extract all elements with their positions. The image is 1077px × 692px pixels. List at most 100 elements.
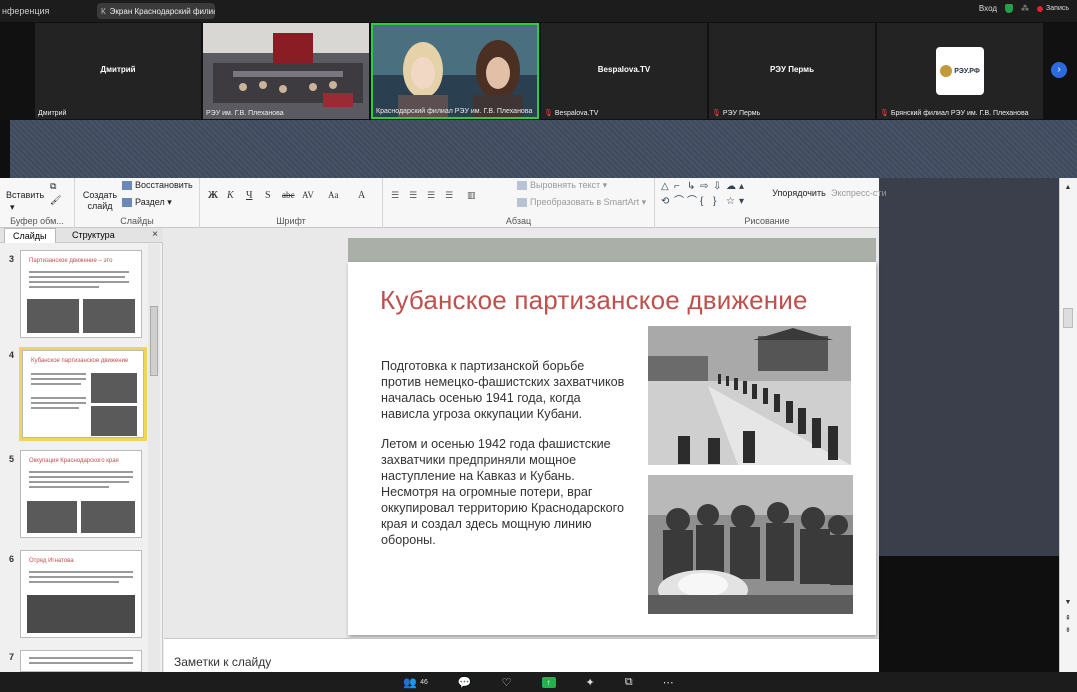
participant-tile[interactable]: РЭУ им. Г.В. Плеханова bbox=[203, 23, 369, 119]
ai-companion-button[interactable]: ✦ bbox=[586, 676, 595, 689]
apps-button[interactable]: ⧉ bbox=[625, 676, 633, 689]
arrange-button[interactable]: Упорядочить bbox=[769, 188, 829, 199]
share-screen-button[interactable]: ↑ bbox=[541, 676, 556, 688]
paste-dropdown-icon[interactable]: ▾ bbox=[10, 202, 15, 213]
slide-body-text[interactable]: Подготовка к партизанской борьбе против … bbox=[381, 358, 626, 562]
slide-thumbnail[interactable]: Отряд Игнатова bbox=[20, 550, 142, 638]
thumbnail-text-line bbox=[29, 271, 129, 273]
format-painter-icon[interactable]: 🖌 bbox=[50, 195, 61, 206]
thumbnail-text-line bbox=[29, 581, 119, 583]
close-icon[interactable]: × bbox=[152, 229, 158, 240]
justify-icon[interactable]: ☰ bbox=[445, 190, 453, 201]
connection-icon[interactable]: ⁂ bbox=[1021, 4, 1029, 13]
window-vertical-scrollbar[interactable]: ▲ ▼ ⇞ ⇟ bbox=[1059, 178, 1077, 672]
participant-tile[interactable]: Bespalova.TV 🎙 Bespalova.TV bbox=[541, 23, 707, 119]
partisans-march-photo[interactable] bbox=[648, 326, 851, 465]
gallery-expand-icon[interactable]: ▾ bbox=[739, 195, 752, 210]
copy-icon[interactable]: ⧉ bbox=[50, 181, 56, 192]
change-case-button[interactable]: Aa bbox=[328, 190, 339, 200]
reactions-button[interactable]: ♡ bbox=[502, 676, 512, 689]
signin-link[interactable]: Вход bbox=[979, 4, 997, 13]
chevron-right-icon[interactable]: › bbox=[1051, 62, 1067, 78]
gallery-more-icon[interactable]: ▴ bbox=[739, 180, 752, 195]
convert-smartart-button[interactable]: Преобразовать в SmartArt ▾ bbox=[517, 197, 646, 208]
bracket-shape-icon[interactable]: ⌒ bbox=[687, 195, 700, 210]
slide-thumbnail[interactable] bbox=[20, 650, 142, 672]
participant-tile[interactable]: РЭУ Пермь 🎙 РЭУ Пермь bbox=[709, 23, 875, 119]
participant-tile-active-speaker[interactable]: Краснодарский филиал РЭУ им. Г.В. Плехан… bbox=[371, 23, 539, 119]
curve-shape-icon[interactable]: ⟲ bbox=[661, 195, 674, 210]
chat-icon: 💬 bbox=[457, 676, 472, 689]
thumbnail-image bbox=[27, 299, 79, 333]
scrollbar-thumb[interactable] bbox=[150, 306, 158, 376]
scroll-up-icon[interactable]: ▲ bbox=[1063, 183, 1073, 192]
restore-button[interactable]: Восстановить bbox=[122, 180, 193, 191]
quick-styles-button[interactable]: Экспресс-сти bbox=[831, 188, 887, 198]
slide-number: 4 bbox=[9, 350, 15, 360]
align-text-label: Выровнять текст bbox=[530, 180, 601, 190]
notes-pane[interactable]: Заметки к слайду bbox=[164, 638, 879, 672]
strikethrough-button[interactable]: abc bbox=[282, 190, 295, 200]
align-left-icon[interactable]: ☰ bbox=[391, 190, 399, 201]
current-slide[interactable]: Кубанское партизанское движение Подготов… bbox=[348, 262, 876, 635]
restore-label: Восстановить bbox=[135, 180, 193, 190]
next-slide-icon[interactable]: ⇟ bbox=[1063, 626, 1073, 635]
thumbnail-text-line bbox=[31, 397, 86, 399]
shared-desktop-panel bbox=[879, 178, 1059, 556]
more-button[interactable]: ⋯ bbox=[663, 676, 674, 689]
elbow-arrow-shape-icon[interactable]: ↳ bbox=[687, 180, 700, 195]
sparkle-icon: ✦ bbox=[585, 676, 595, 689]
screen-share-tab[interactable]: К Экран Краснодарский филиал bbox=[97, 3, 215, 19]
scrollbar-thumb[interactable] bbox=[1063, 308, 1073, 328]
bold-button[interactable]: Ж bbox=[208, 190, 218, 201]
align-center-icon[interactable]: ☰ bbox=[409, 190, 417, 201]
cloud-shape-icon[interactable]: ☁ bbox=[726, 180, 739, 195]
shadow-button[interactable]: S bbox=[265, 190, 271, 201]
brace-right-shape-icon[interactable]: } bbox=[713, 195, 726, 210]
slide-title[interactable]: Кубанское партизанское движение bbox=[380, 285, 808, 316]
shapes-gallery[interactable]: △ ⌐ ↳ ⇨ ⇩ ☁ ▴ ⟲ ⌒ ⌒{} ☆ ▾ bbox=[661, 180, 761, 210]
arc-shape-icon[interactable]: ⌒ bbox=[674, 195, 687, 210]
group-label: Абзац bbox=[505, 216, 532, 226]
meeting-title: нференция bbox=[2, 6, 50, 16]
chat-button[interactable]: 💬 bbox=[458, 676, 472, 689]
scroll-down-icon[interactable]: ▼ bbox=[1063, 598, 1073, 607]
paste-button[interactable]: Вставить bbox=[6, 190, 44, 201]
ribbon-group-drawing: △ ⌐ ↳ ⇨ ⇩ ☁ ▴ ⟲ ⌒ ⌒{} ☆ ▾ Упорядочить Экспресс-сти… bbox=[655, 178, 887, 228]
tab-slides[interactable]: Слайды bbox=[4, 228, 56, 243]
columns-icon[interactable]: ▥ bbox=[467, 190, 476, 201]
participants-button[interactable]: 👥 46 bbox=[403, 676, 428, 689]
slide-number: 7 bbox=[9, 652, 15, 662]
section-button[interactable]: Раздел ▾ bbox=[122, 197, 172, 208]
align-right-icon[interactable]: ☰ bbox=[427, 190, 435, 201]
elbow-shape-icon[interactable]: ⌐ bbox=[674, 180, 687, 195]
participant-tile[interactable]: РЭУ.РФ 🎙 Брянский филиал РЭУ им. Г.В. Пле… bbox=[877, 23, 1043, 119]
thumbnail-text-line bbox=[31, 373, 86, 375]
slide-thumbnail-selected[interactable]: Кубанское партизанское движение bbox=[19, 347, 147, 441]
security-shield-icon[interactable] bbox=[1005, 4, 1014, 13]
participant-name: Дмитрий bbox=[100, 65, 136, 74]
prev-slide-icon[interactable]: ⇞ bbox=[1063, 614, 1073, 623]
slides-pane-scrollbar[interactable] bbox=[148, 244, 160, 672]
share-tab-letter: К bbox=[101, 6, 106, 16]
brace-left-shape-icon[interactable]: { bbox=[700, 195, 713, 210]
star-shape-icon[interactable]: ☆ bbox=[726, 195, 739, 210]
font-color-button[interactable]: A bbox=[358, 190, 365, 201]
partisans-camp-photo[interactable] bbox=[648, 475, 853, 614]
italic-button[interactable]: К bbox=[227, 190, 234, 201]
align-text-button[interactable]: Выровнять текст ▾ bbox=[517, 180, 607, 191]
participant-tile[interactable]: Дмитрий Дмитрий bbox=[35, 23, 201, 119]
slide-thumbnail[interactable]: Партизанское движение – это bbox=[20, 250, 142, 338]
new-slide-button[interactable]: Создать слайд bbox=[81, 190, 119, 212]
tab-outline[interactable]: Структура bbox=[64, 228, 123, 243]
arrow-down-shape-icon[interactable]: ⇩ bbox=[713, 180, 726, 195]
muted-mic-icon: 🎙 bbox=[544, 110, 553, 117]
char-spacing-button[interactable]: AV bbox=[302, 190, 314, 200]
underline-button[interactable]: Ч bbox=[246, 190, 253, 201]
slide-thumbnail[interactable]: Оккупация Краснодарского края bbox=[20, 450, 142, 538]
arrow-right-shape-icon[interactable]: ⇨ bbox=[700, 180, 713, 195]
triangle-shape-icon[interactable]: △ bbox=[661, 180, 674, 195]
record-label: Запись bbox=[1046, 5, 1069, 12]
record-indicator[interactable]: Запись bbox=[1037, 5, 1069, 12]
muted-mic-icon: 🎙 bbox=[712, 110, 721, 117]
